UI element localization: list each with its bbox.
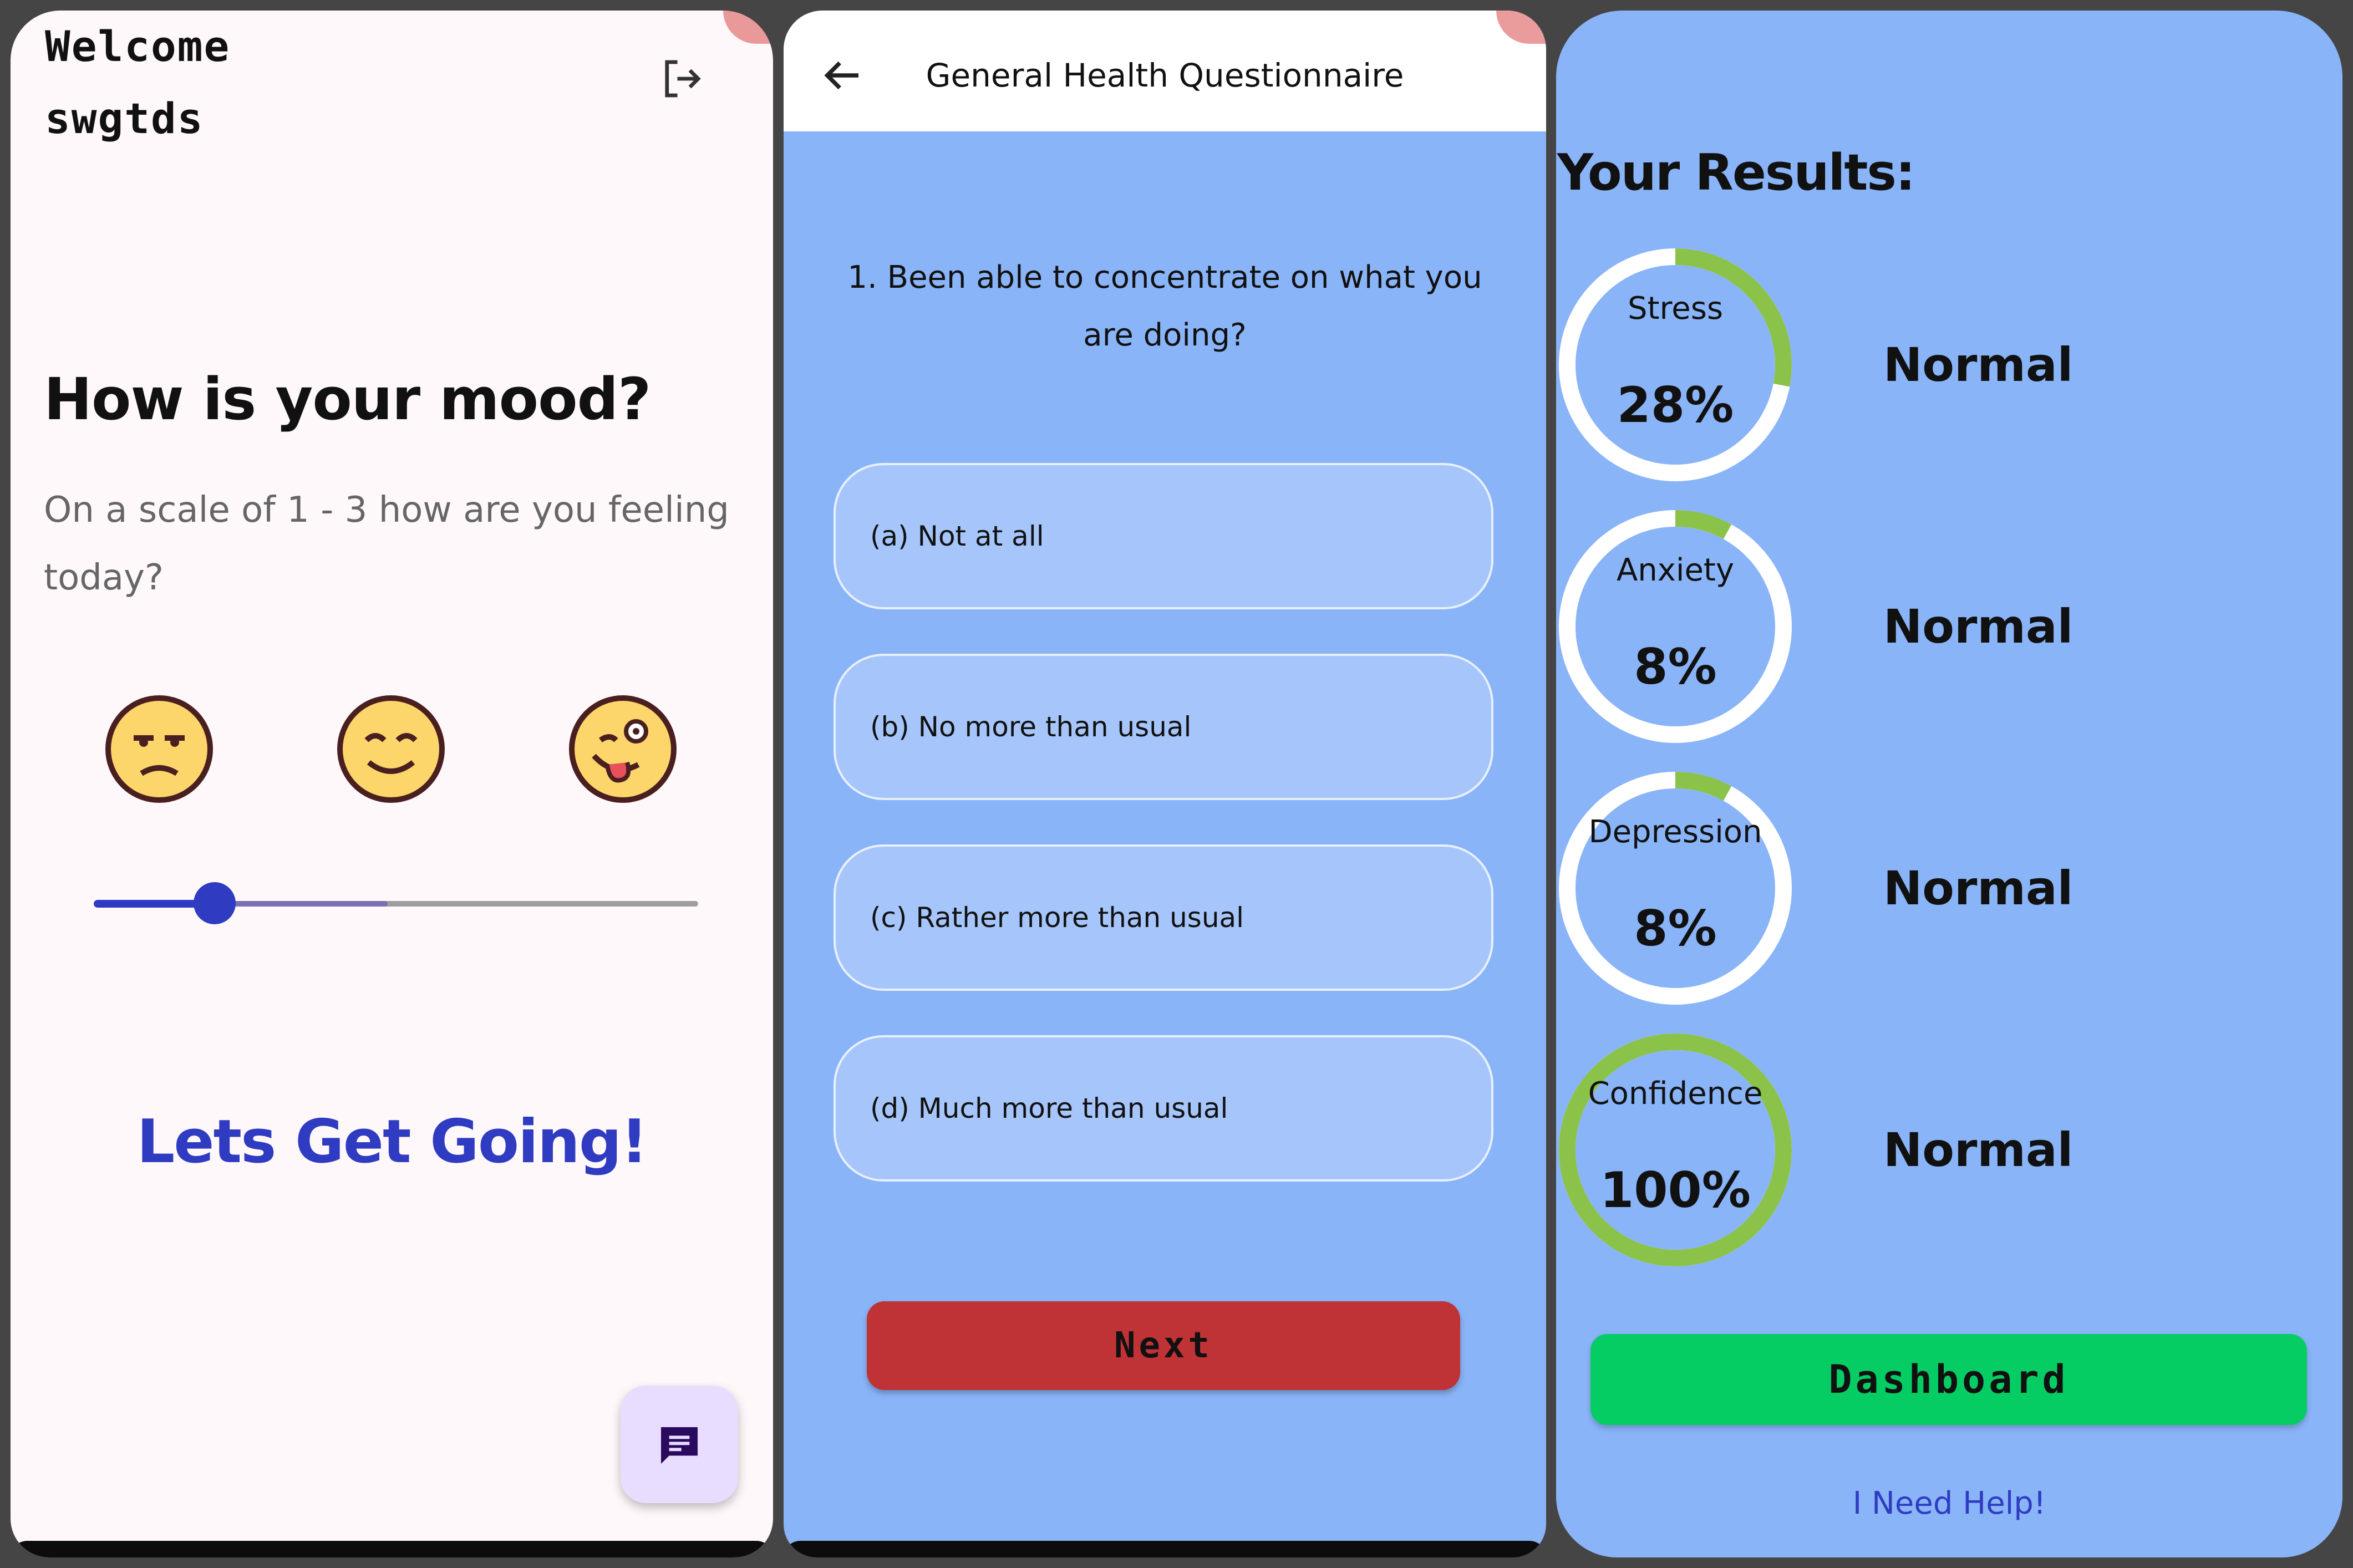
ring-label: Depression <box>1588 814 1762 850</box>
chat-button[interactable] <box>621 1386 738 1503</box>
status-text: Normal <box>1883 861 2074 915</box>
results-title: Your Results: <box>1557 144 1915 202</box>
ring-label: Stress <box>1627 291 1724 327</box>
chat-icon <box>661 1427 698 1464</box>
silly-face-icon[interactable] <box>567 694 678 805</box>
ring-value: 100% <box>1600 1162 1751 1219</box>
mood-screen: Welcome swgtds How is your mood? On a sc… <box>11 11 773 1557</box>
mood-subtitle: On a scale of 1 - 3 how are you feeling … <box>44 490 729 598</box>
option-d-button[interactable]: (d) Much more than usual <box>834 1035 1493 1182</box>
welcome-username: swgtds <box>45 94 204 143</box>
question-text: 1. Been able to concentrate on what you … <box>847 259 1482 353</box>
lets-get-going-button[interactable]: Lets Get Going! <box>11 1107 773 1177</box>
ring-label: Confidence <box>1588 1076 1763 1112</box>
option-label: (a) Not at all <box>870 520 1044 552</box>
need-help-link[interactable]: I Need Help! <box>1556 1485 2342 1521</box>
confidence-progress-arc <box>1559 1034 1792 1266</box>
option-b-button[interactable]: (b) No more than usual <box>834 654 1493 800</box>
option-a-button[interactable]: (a) Not at all <box>834 463 1493 609</box>
option-label: (d) Much more than usual <box>870 1092 1228 1124</box>
depression-ring <box>1559 772 1792 1005</box>
ring-value: 28% <box>1617 376 1734 434</box>
app-bar: General Health Questionnaire <box>784 11 1546 131</box>
logout-icon[interactable] <box>657 54 707 104</box>
option-label: (c) Rather more than usual <box>870 902 1244 934</box>
smiling-face-icon[interactable] <box>336 694 446 805</box>
ring-label: Anxiety <box>1616 552 1735 588</box>
back-arrow-icon[interactable] <box>817 50 867 100</box>
confidence-ring <box>1559 1034 1792 1266</box>
welcome-greeting: Welcome <box>45 22 231 71</box>
mood-title: How is your mood? <box>44 365 651 433</box>
next-button[interactable]: Next <box>867 1301 1460 1390</box>
navigation-bar <box>784 1541 1546 1557</box>
option-c-button[interactable]: (c) Rather more than usual <box>834 844 1493 991</box>
welcome-text: Welcome swgtds <box>45 11 230 155</box>
page-title: General Health Questionnaire <box>926 57 1404 94</box>
anxiety-ring <box>1559 510 1792 743</box>
status-text: Normal <box>1883 338 2074 392</box>
results-screen: Your Results: Stress 28% Normal Anxiety … <box>1556 11 2342 1557</box>
ring-value: 8% <box>1634 900 1717 957</box>
mood-slider[interactable] <box>94 882 698 924</box>
annoyed-face-icon[interactable] <box>104 694 215 805</box>
slider-thumb[interactable] <box>194 882 236 924</box>
dashboard-button[interactable]: Dashboard <box>1590 1334 2307 1425</box>
status-text: Normal <box>1883 599 2074 654</box>
ring-value: 8% <box>1634 638 1717 695</box>
questionnaire-screen: General Health Questionnaire 1. Been abl… <box>784 11 1546 1557</box>
navigation-bar <box>11 1541 773 1557</box>
stress-ring <box>1559 248 1792 481</box>
status-text: Normal <box>1883 1123 2074 1177</box>
option-label: (b) No more than usual <box>870 711 1192 743</box>
window-corner-accent <box>723 11 773 44</box>
